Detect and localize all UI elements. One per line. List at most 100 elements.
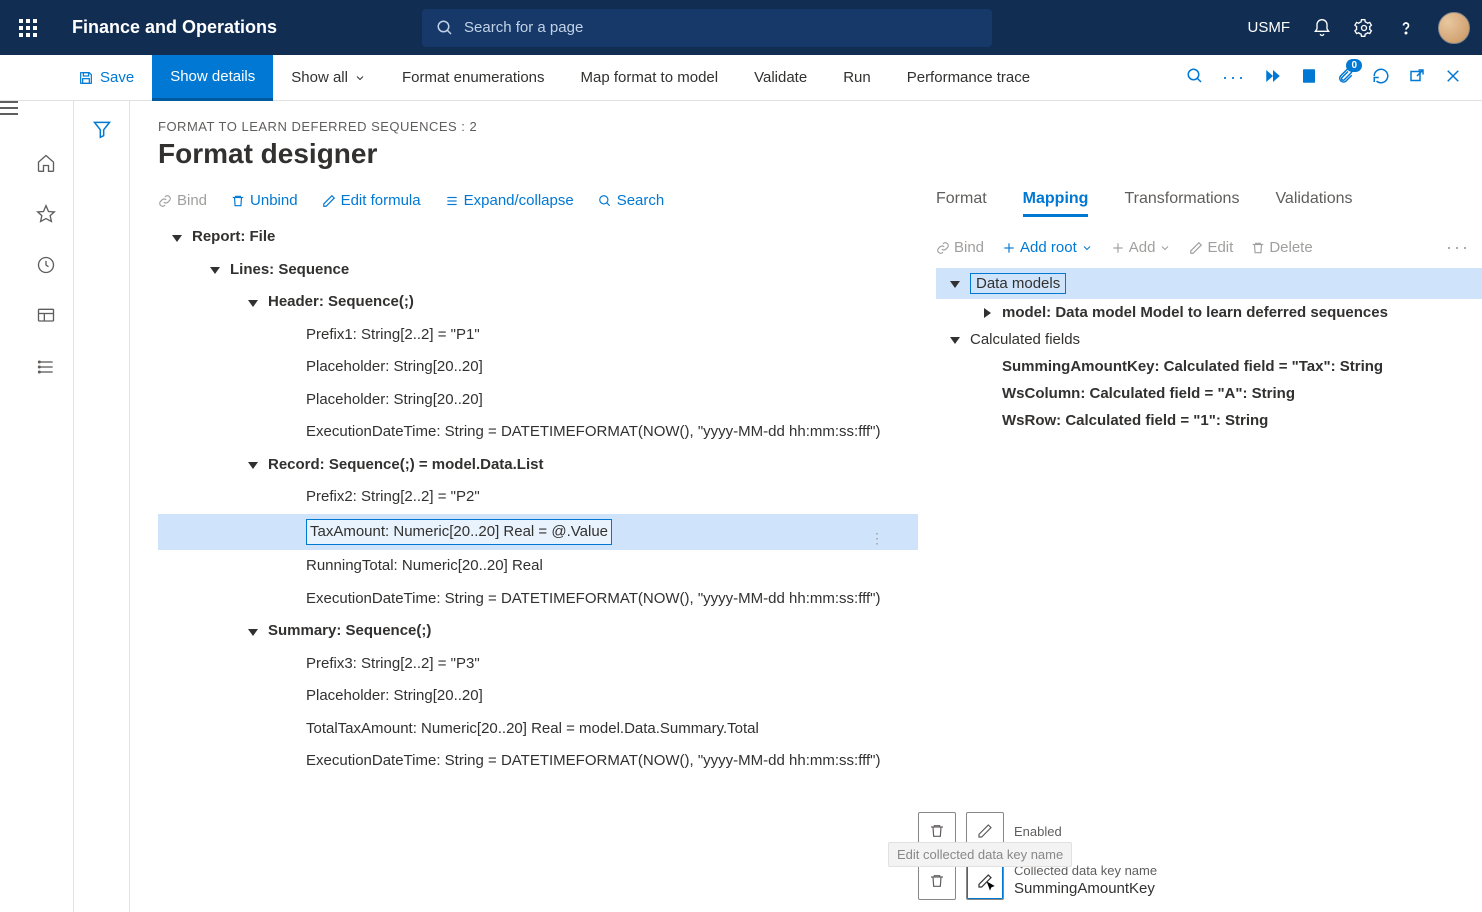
map-format-button[interactable]: Map format to model xyxy=(563,55,737,101)
pane-resize-handle[interactable]: ⋮ xyxy=(870,530,881,547)
mapping-node[interactable]: Calculated fields xyxy=(936,326,1482,353)
expander-icon[interactable] xyxy=(246,624,260,638)
popout-icon[interactable] xyxy=(1408,67,1426,88)
tree-node-label: Prefix2: String[2..2] = "P2" xyxy=(306,486,480,509)
command-bar: Save Show details Show all Format enumer… xyxy=(0,55,1482,101)
search-icon xyxy=(436,19,454,37)
collected-key-label: Collected data key name xyxy=(1014,863,1462,878)
tree-node[interactable]: Placeholder: String[20..20] xyxy=(158,680,918,713)
tab-validations[interactable]: Validations xyxy=(1275,184,1352,217)
page-title: Format designer xyxy=(158,138,1482,170)
user-avatar[interactable] xyxy=(1438,12,1470,44)
tree-node[interactable]: Summary: Sequence(;) xyxy=(158,615,918,648)
validate-button[interactable]: Validate xyxy=(736,55,825,101)
mapping-tree[interactable]: Data modelsmodel: Data model Model to le… xyxy=(936,268,1482,434)
close-icon[interactable] xyxy=(1444,67,1462,88)
tree-node[interactable]: Report: File xyxy=(158,221,918,254)
tooltip: Edit collected data key name xyxy=(888,842,1072,867)
tree-node-label: Prefix3: String[2..2] = "P3" xyxy=(306,653,480,676)
tree-node[interactable]: Lines: Sequence xyxy=(158,254,918,287)
tree-node-label: ExecutionDateTime: String = DATETIMEFORM… xyxy=(306,421,880,444)
app-launcher-icon[interactable] xyxy=(12,12,44,44)
tree-node[interactable]: Prefix3: String[2..2] = "P3" xyxy=(158,648,918,681)
mapping-delete-button[interactable]: Delete xyxy=(1251,239,1312,256)
format-tree[interactable]: Report: FileLines: SequenceHeader: Seque… xyxy=(158,221,918,912)
tree-node[interactable]: ExecutionDateTime: String = DATETIMEFORM… xyxy=(158,583,918,616)
format-enumerations-button[interactable]: Format enumerations xyxy=(384,55,563,101)
tree-node[interactable]: Header: Sequence(;) xyxy=(158,286,918,319)
expander-icon[interactable] xyxy=(948,277,962,291)
tree-node[interactable]: ExecutionDateTime: String = DATETIMEFORM… xyxy=(158,745,918,778)
help-icon[interactable] xyxy=(1396,18,1416,38)
show-details-button[interactable]: Show details xyxy=(152,55,273,101)
expander-icon[interactable] xyxy=(208,263,222,277)
workspaces-icon[interactable] xyxy=(36,306,56,329)
expander-icon[interactable] xyxy=(170,230,184,244)
more-icon[interactable]: ··· xyxy=(1222,67,1246,88)
tab-mapping[interactable]: Mapping xyxy=(1023,184,1089,217)
search-input[interactable] xyxy=(464,19,978,36)
recent-icon[interactable] xyxy=(36,255,56,278)
power-automate-icon[interactable] xyxy=(1264,67,1282,88)
mapping-node[interactable]: Data models xyxy=(936,268,1482,299)
global-search[interactable] xyxy=(422,9,992,47)
tree-node[interactable]: Record: Sequence(;) = model.Data.List xyxy=(158,449,918,482)
collected-key-value: SummingAmountKey xyxy=(1014,878,1462,899)
tree-node[interactable]: Prefix1: String[2..2] = "P1" xyxy=(158,319,918,352)
bind-button[interactable]: Bind xyxy=(158,192,207,209)
expander-icon[interactable] xyxy=(246,295,260,309)
navigation-rail xyxy=(18,101,74,912)
tree-node[interactable]: ExecutionDateTime: String = DATETIMEFORM… xyxy=(158,416,918,449)
tree-node[interactable]: TotalTaxAmount: Numeric[20..20] Real = m… xyxy=(158,713,918,746)
mapping-more-button[interactable]: ··· xyxy=(1446,237,1470,258)
home-icon[interactable] xyxy=(36,153,56,176)
mapping-edit-button[interactable]: Edit xyxy=(1189,239,1233,256)
notification-icon[interactable] xyxy=(1312,18,1332,38)
favorites-icon[interactable] xyxy=(36,204,56,227)
run-button[interactable]: Run xyxy=(825,55,889,101)
tree-node[interactable]: Prefix2: String[2..2] = "P2" xyxy=(158,481,918,514)
edit-formula-button[interactable]: Edit formula xyxy=(322,192,421,209)
add-button[interactable]: Add xyxy=(1111,239,1172,256)
mapping-node[interactable]: WsRow: Calculated field = "1": String xyxy=(936,407,1482,434)
tree-node[interactable]: Placeholder: String[20..20] xyxy=(158,384,918,417)
filter-icon[interactable] xyxy=(92,119,112,912)
search-icon xyxy=(598,194,612,208)
expand-collapse-button[interactable]: Expand/collapse xyxy=(445,192,574,209)
attachments-icon[interactable]: 0 xyxy=(1336,67,1354,88)
mapping-toolbar: Bind Add root Add Edit xyxy=(936,227,1482,268)
tab-format[interactable]: Format xyxy=(936,184,987,217)
chevron-down-icon xyxy=(1159,242,1171,254)
delete-key-button[interactable] xyxy=(918,862,956,900)
settings-icon[interactable] xyxy=(1354,18,1374,38)
performance-trace-button[interactable]: Performance trace xyxy=(889,55,1048,101)
company-label[interactable]: USMF xyxy=(1248,19,1291,36)
nav-toggle[interactable] xyxy=(0,101,18,912)
modules-icon[interactable] xyxy=(36,357,56,380)
expander-icon[interactable] xyxy=(246,458,260,472)
tab-transformations[interactable]: Transformations xyxy=(1124,184,1239,217)
tree-search-button[interactable]: Search xyxy=(598,192,665,209)
tree-node[interactable]: TaxAmount: Numeric[20..20] Real = @.Valu… xyxy=(158,514,918,551)
plus-icon xyxy=(1002,241,1016,255)
show-all-button[interactable]: Show all xyxy=(273,55,384,101)
page-search-icon[interactable] xyxy=(1186,67,1204,88)
edit-key-button[interactable] xyxy=(966,862,1004,900)
unbind-button[interactable]: Unbind xyxy=(231,192,298,209)
tree-node-label: Placeholder: String[20..20] xyxy=(306,356,483,379)
mapping-bind-button[interactable]: Bind xyxy=(936,239,984,256)
save-button[interactable]: Save xyxy=(60,55,152,101)
mapping-node[interactable]: model: Data model Model to learn deferre… xyxy=(936,299,1482,326)
mapping-node[interactable]: SummingAmountKey: Calculated field = "Ta… xyxy=(936,353,1482,380)
link-icon xyxy=(936,241,950,255)
expander-icon[interactable] xyxy=(980,306,994,320)
mapping-node[interactable]: WsColumn: Calculated field = "A": String xyxy=(936,380,1482,407)
tree-node[interactable]: Placeholder: String[20..20] xyxy=(158,351,918,384)
refresh-icon[interactable] xyxy=(1372,67,1390,88)
add-root-button[interactable]: Add root xyxy=(1002,239,1093,256)
tree-node[interactable]: RunningTotal: Numeric[20..20] Real xyxy=(158,550,918,583)
mapping-node-label: WsRow: Calculated field = "1": String xyxy=(1002,412,1268,429)
office-icon[interactable] xyxy=(1300,67,1318,88)
expander-icon[interactable] xyxy=(948,333,962,347)
tree-node-label: Summary: Sequence(;) xyxy=(268,620,431,643)
